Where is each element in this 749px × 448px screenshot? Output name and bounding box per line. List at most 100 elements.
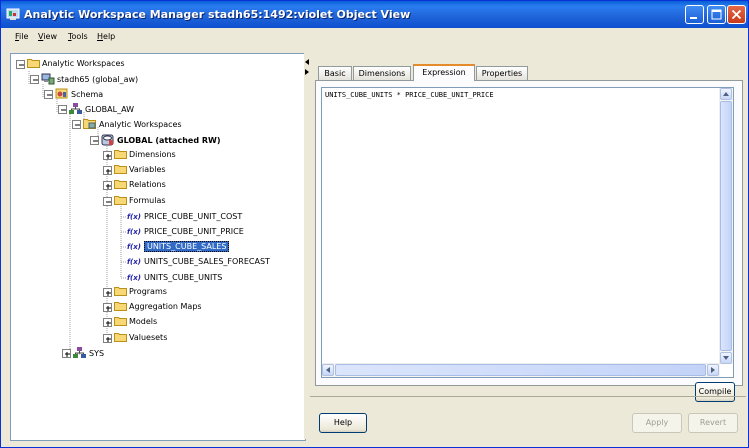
- window-title: Analytic Workspace Manager stadh65:1492:…: [24, 8, 411, 21]
- expand-icon[interactable]: [103, 151, 112, 160]
- tab-dimensions[interactable]: Dimensions: [353, 66, 411, 80]
- tree-label: Analytic Workspaces: [99, 119, 182, 129]
- menu-bar: File View Tools Help: [1, 29, 748, 46]
- expand-icon[interactable]: [103, 303, 112, 312]
- tree-formula-item[interactable]: f(x) UNITS_CUBE_UNITS: [127, 271, 222, 284]
- help-button[interactable]: Help: [319, 413, 367, 433]
- menu-file-label: ile: [19, 32, 29, 41]
- scroll-up-button[interactable]: [720, 88, 732, 100]
- collapse-icon[interactable]: [90, 136, 99, 145]
- arrow-left-icon: [326, 367, 330, 373]
- tree-label: UNITS_CUBE_SALES_FORECAST: [143, 257, 270, 266]
- minimize-button[interactable]: [685, 5, 704, 24]
- tree-formula-item[interactable]: f(x) PRICE_CUBE_UNIT_PRICE: [127, 225, 244, 238]
- vertical-scrollbar[interactable]: [719, 88, 733, 364]
- menu-file[interactable]: File: [15, 32, 28, 41]
- collapse-icon[interactable]: [103, 197, 112, 206]
- tree-label: Variables: [129, 164, 166, 174]
- collapse-icon[interactable]: [30, 75, 39, 84]
- expression-tab-pane: UNITS_CUBE_UNITS * PRICE_CUBE_UNIT_PRICE: [315, 80, 743, 386]
- app-icon: [6, 8, 20, 20]
- tree-label: GLOBAL_AW: [85, 104, 135, 114]
- close-button[interactable]: [727, 5, 746, 24]
- formula-icon: f(x): [127, 257, 141, 266]
- title-bar[interactable]: Analytic Workspace Manager stadh65:1492:…: [1, 1, 748, 28]
- tree-label: UNITS_CUBE_SALES: [143, 241, 230, 252]
- tree-label: PRICE_CUBE_UNIT_PRICE: [143, 227, 244, 236]
- horizontal-scroll-thumb[interactable]: [335, 364, 706, 376]
- tree-formula-item-selected[interactable]: f(x) UNITS_CUBE_SALES: [127, 240, 230, 253]
- tree-label: Programs: [129, 286, 167, 296]
- expression-text[interactable]: UNITS_CUBE_UNITS * PRICE_CUBE_UNIT_PRICE: [325, 91, 494, 99]
- panel-separator: [310, 396, 746, 397]
- menu-tools[interactable]: Tools: [68, 32, 88, 41]
- menu-help-label: elp: [103, 32, 116, 41]
- user-icon: [73, 347, 86, 358]
- expand-icon[interactable]: [103, 166, 112, 175]
- tree-label: Aggregation Maps: [129, 301, 202, 311]
- scroll-down-button[interactable]: [720, 352, 732, 364]
- collapse-icon[interactable]: [58, 105, 67, 114]
- folder-icon: [114, 333, 127, 342]
- analytic-workspace-icon: [101, 134, 114, 146]
- folder-icon: [27, 59, 40, 68]
- app-window: Analytic Workspace Manager stadh65:1492:…: [0, 0, 749, 448]
- tree-label: Models: [129, 316, 158, 326]
- folder-icon: [114, 180, 127, 189]
- schema-icon: [55, 88, 68, 99]
- collapse-icon[interactable]: [72, 120, 81, 129]
- menu-tools-label: ools: [71, 32, 88, 41]
- tab-properties[interactable]: Properties: [476, 66, 528, 80]
- tab-basic[interactable]: Basic: [318, 66, 352, 80]
- tree-formula-item[interactable]: f(x) PRICE_CUBE_UNIT_COST: [127, 210, 242, 223]
- apply-button[interactable]: Apply: [632, 413, 682, 433]
- folder-icon: [114, 302, 127, 311]
- minimize-icon: [690, 17, 697, 19]
- folder-icon: [114, 317, 127, 326]
- horizontal-scrollbar[interactable]: [322, 363, 720, 377]
- arrow-down-icon: [723, 356, 729, 360]
- expand-icon[interactable]: [103, 181, 112, 190]
- tree-label: stadh65 (global_aw): [57, 74, 139, 84]
- menu-help[interactable]: Help: [97, 32, 115, 41]
- user-icon: [69, 103, 82, 114]
- expand-icon[interactable]: [103, 288, 112, 297]
- maximize-button[interactable]: [707, 5, 726, 24]
- expand-icon[interactable]: [62, 349, 71, 358]
- tab-expression[interactable]: Expression: [413, 64, 475, 81]
- tree-label: Schema: [71, 89, 104, 99]
- expand-icon[interactable]: [103, 334, 112, 343]
- database-connection-icon: [41, 73, 55, 85]
- tree-formula-item[interactable]: f(x) UNITS_CUBE_SALES_FORECAST: [127, 255, 270, 268]
- formula-icon: f(x): [127, 227, 141, 236]
- tree-label: SYS: [89, 348, 105, 358]
- scroll-right-button[interactable]: [707, 364, 719, 376]
- folder-icon: [114, 287, 127, 296]
- menu-view[interactable]: View: [38, 32, 57, 41]
- folder-icon: [114, 165, 127, 174]
- tree-label: UNITS_CUBE_UNITS: [143, 273, 223, 282]
- formula-icon: f(x): [127, 242, 141, 251]
- expression-editor[interactable]: UNITS_CUBE_UNITS * PRICE_CUBE_UNIT_PRICE: [321, 87, 734, 378]
- object-view-panel: Basic Dimensions Expression Properties U…: [310, 53, 746, 439]
- folder-workspace-icon: [83, 119, 96, 129]
- tree-label: Valuesets: [129, 332, 168, 342]
- collapse-icon[interactable]: [16, 60, 25, 69]
- scroll-left-button[interactable]: [322, 364, 334, 376]
- navigator-tree[interactable]: Analytic Workspaces stadh65 (global_aw) …: [10, 53, 306, 441]
- tree-label: GLOBAL (attached RW): [117, 135, 221, 145]
- compile-button[interactable]: Compile: [695, 382, 735, 402]
- maximize-icon: [711, 9, 722, 20]
- revert-button[interactable]: Revert: [688, 413, 738, 433]
- formula-icon: f(x): [127, 212, 141, 221]
- menu-view-label: iew: [43, 32, 57, 41]
- close-icon: [731, 9, 742, 20]
- folder-open-icon: [114, 196, 127, 205]
- arrow-right-icon: [711, 367, 715, 373]
- tree-label: Dimensions: [129, 149, 176, 159]
- collapse-icon[interactable]: [44, 90, 53, 99]
- tree-label: PRICE_CUBE_UNIT_COST: [143, 212, 243, 221]
- arrow-up-icon: [723, 92, 729, 96]
- vertical-scroll-thumb[interactable]: [720, 101, 732, 351]
- expand-icon[interactable]: [103, 318, 112, 327]
